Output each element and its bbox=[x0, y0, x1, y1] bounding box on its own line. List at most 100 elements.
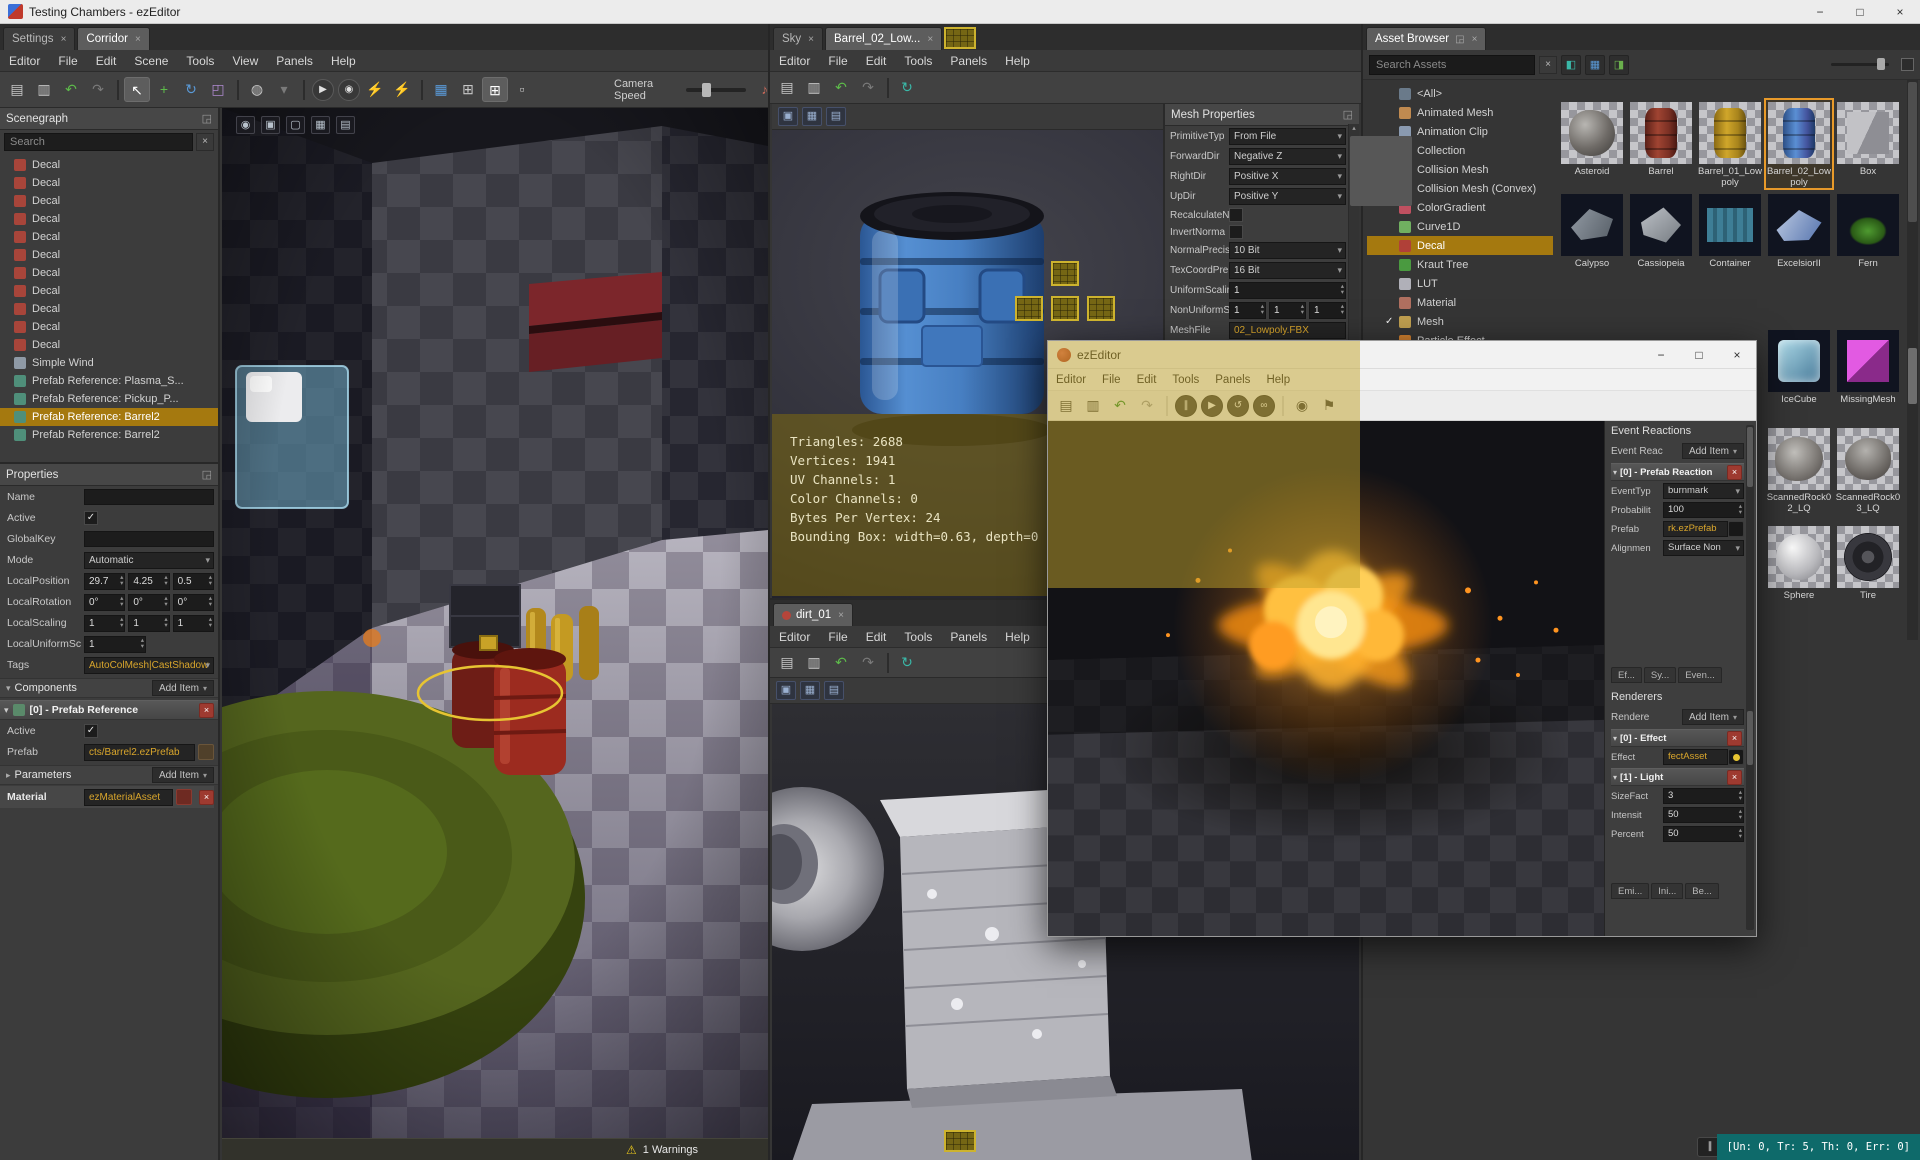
asset-type-item[interactable]: Curve1D bbox=[1367, 217, 1553, 236]
panel-scrollbar[interactable] bbox=[1746, 425, 1754, 930]
prefab-asset-input[interactable]: cts/Barrel2.ezPrefab bbox=[84, 743, 195, 761]
panel-tab[interactable]: Even... bbox=[1678, 667, 1722, 683]
scenegraph-item[interactable]: Simple Wind bbox=[0, 354, 218, 372]
camera-views-icon[interactable]: ◉ bbox=[236, 116, 255, 134]
redo-icon[interactable]: ↷ bbox=[85, 77, 111, 102]
alignment-dropdown[interactable]: Surface Non ▾ bbox=[1663, 540, 1744, 556]
save-all-icon[interactable]: ▥ bbox=[801, 650, 827, 675]
redo-icon[interactable]: ↷ bbox=[855, 650, 881, 675]
menu-item[interactable]: View bbox=[223, 50, 267, 72]
rotation-x-input[interactable]: 0° ▴ ▾ bbox=[84, 593, 126, 611]
remove-reaction-button[interactable]: × bbox=[1727, 464, 1742, 480]
show-items-icon[interactable]: ▦ bbox=[1585, 54, 1605, 75]
scenegraph-item[interactable]: Decal bbox=[0, 210, 218, 228]
normal-precision-dropdown[interactable]: 10 Bit ▾ bbox=[1229, 242, 1346, 259]
scrollbar-thumb[interactable] bbox=[1908, 348, 1917, 404]
nonuniform-x-input[interactable]: 1 ▴ ▾ bbox=[1229, 302, 1266, 319]
save-all-icon[interactable]: ▥ bbox=[31, 77, 57, 102]
rotate-tool-icon[interactable]: ↻ bbox=[178, 77, 204, 102]
asset-item[interactable]: Cassiopeia bbox=[1628, 192, 1694, 269]
grid-icon[interactable]: ▦ bbox=[428, 77, 454, 102]
save-icon[interactable]: ▤ bbox=[774, 75, 800, 100]
right-dir-dropdown[interactable]: Positive X ▾ bbox=[1229, 168, 1346, 185]
screenshot-icon[interactable]: ▤ bbox=[336, 116, 355, 134]
dock-target-center-icon[interactable] bbox=[1051, 296, 1079, 321]
menu-item[interactable]: Help bbox=[1258, 374, 1298, 386]
component-active-checkbox[interactable]: ✓ bbox=[84, 724, 98, 738]
tab-close-icon[interactable]: × bbox=[808, 34, 814, 45]
close-button[interactable]: × bbox=[1880, 0, 1920, 23]
float-panel-icon[interactable]: ◲ bbox=[1455, 34, 1464, 45]
maximize-viewport-icon[interactable]: ▢ bbox=[286, 116, 305, 134]
asset-item[interactable]: Box bbox=[1835, 100, 1901, 177]
separator[interactable] bbox=[237, 79, 239, 100]
asset-type-item[interactable]: Decal bbox=[1367, 236, 1553, 255]
flag-icon[interactable]: ⚑ bbox=[1316, 393, 1342, 418]
scenegraph-item[interactable]: Decal bbox=[0, 156, 218, 174]
menu-item[interactable]: Edit bbox=[1129, 374, 1165, 386]
globalkey-input[interactable] bbox=[84, 531, 214, 547]
scenegraph-item[interactable]: Decal bbox=[0, 318, 218, 336]
add-event-reaction-button[interactable]: Add Item ▾ bbox=[1681, 443, 1744, 459]
slider-thumb[interactable] bbox=[1877, 58, 1885, 70]
export-run-icon[interactable]: ⚡ bbox=[362, 77, 388, 102]
separator[interactable] bbox=[887, 77, 889, 98]
asset-item[interactable]: IceCube bbox=[1766, 328, 1832, 405]
menu-item[interactable]: Tools bbox=[1164, 374, 1207, 386]
scrollbar-thumb[interactable] bbox=[1747, 711, 1753, 765]
asset-search-input[interactable] bbox=[1369, 54, 1535, 75]
tab-close-icon[interactable]: × bbox=[61, 34, 67, 45]
save-icon[interactable]: ▤ bbox=[4, 77, 30, 102]
menu-item[interactable]: Editor bbox=[770, 50, 819, 72]
save-all-icon[interactable]: ▥ bbox=[1080, 393, 1106, 418]
position-y-input[interactable]: 4.25 ▴ ▾ bbox=[128, 572, 170, 590]
undo-icon[interactable]: ↶ bbox=[828, 650, 854, 675]
menu-item[interactable]: File bbox=[819, 50, 856, 72]
scenegraph-item[interactable]: Prefab Reference: Pickup_P... bbox=[0, 390, 218, 408]
reaction-prefab-input[interactable]: rk.ezPrefab bbox=[1663, 521, 1728, 537]
asset-item[interactable]: Tire bbox=[1835, 524, 1901, 601]
float-panel-icon[interactable]: ◲ bbox=[202, 112, 212, 125]
remove-renderer-button[interactable]: × bbox=[1727, 730, 1742, 746]
nonuniform-z-input[interactable]: 1 ▴ ▾ bbox=[1309, 302, 1346, 319]
menu-item[interactable]: Edit bbox=[857, 626, 896, 648]
panel-tab[interactable]: Ini... bbox=[1651, 883, 1684, 899]
panel-tab[interactable]: Sy... bbox=[1643, 667, 1677, 683]
undo-icon[interactable]: ↶ bbox=[828, 75, 854, 100]
menu-item[interactable]: Edit bbox=[87, 50, 126, 72]
intensity-input[interactable]: 50 ▴ ▾ bbox=[1663, 807, 1744, 823]
recalculate-normals-checkbox[interactable] bbox=[1229, 208, 1243, 222]
menu-item[interactable]: Panels bbox=[941, 50, 996, 72]
document-tab[interactable]: Barrel_02_Low... × bbox=[825, 27, 943, 50]
particle-editor-window[interactable]: ezEditor − □ × Editor File Edit Tools Panels… bbox=[1047, 340, 1757, 937]
undo-icon[interactable]: ↶ bbox=[58, 77, 84, 102]
menu-item[interactable]: Panels bbox=[1207, 374, 1258, 386]
tab-close-icon[interactable]: × bbox=[838, 610, 844, 621]
clear-search-button[interactable]: × bbox=[196, 133, 214, 151]
effect-renderer-group-header[interactable]: ▾ [0] - Effect × bbox=[1611, 729, 1744, 747]
asset-item[interactable]: MissingMesh bbox=[1835, 328, 1901, 405]
menu-item[interactable]: Help bbox=[322, 50, 365, 72]
particle-preview-viewport[interactable] bbox=[1048, 421, 1604, 936]
menu-item[interactable]: Scene bbox=[125, 50, 177, 72]
dock-target-top-icon[interactable] bbox=[1051, 261, 1079, 286]
separator[interactable] bbox=[421, 79, 423, 100]
loop-icon[interactable]: ∞ bbox=[1253, 394, 1275, 417]
scrollbar-thumb[interactable] bbox=[1350, 136, 1412, 206]
material-asset-input[interactable]: ezMaterialAsset bbox=[84, 788, 173, 806]
snap-position-icon[interactable]: ⊞ bbox=[455, 77, 481, 102]
transform-all-icon[interactable]: ◨ bbox=[1609, 54, 1629, 75]
light-renderer-group-header[interactable]: ▾ [1] - Light × bbox=[1611, 768, 1744, 786]
rotation-y-input[interactable]: 0° ▴ ▾ bbox=[128, 593, 170, 611]
maximize-button[interactable]: □ bbox=[1680, 341, 1718, 368]
asset-item[interactable]: Fern bbox=[1835, 192, 1901, 269]
menu-item[interactable]: Panels bbox=[267, 50, 322, 72]
menu-item[interactable]: Tools bbox=[895, 626, 941, 648]
scaling-z-input[interactable]: 1 ▴ ▾ bbox=[172, 614, 214, 632]
position-x-input[interactable]: 29.7 ▴ ▾ bbox=[84, 572, 126, 590]
menu-item[interactable]: Editor bbox=[770, 626, 819, 648]
asset-item[interactable]: Asteroid bbox=[1559, 100, 1625, 177]
tab-close-icon[interactable]: × bbox=[135, 34, 141, 45]
menu-item[interactable]: Editor bbox=[0, 50, 49, 72]
asset-item[interactable]: Barrel_01_Lowpoly bbox=[1697, 100, 1763, 188]
